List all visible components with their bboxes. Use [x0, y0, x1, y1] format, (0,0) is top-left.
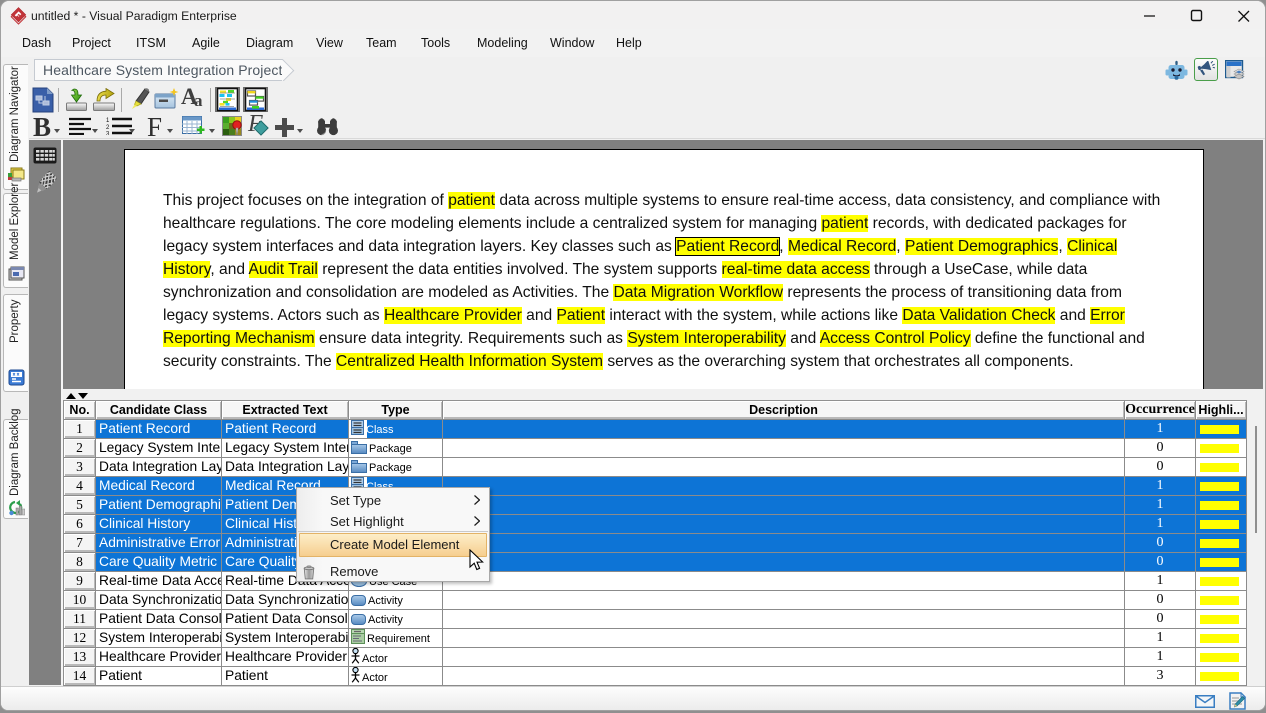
svg-text:1: 1	[106, 118, 110, 124]
svg-text:3: 3	[106, 132, 110, 136]
svg-text:2: 2	[106, 125, 110, 131]
